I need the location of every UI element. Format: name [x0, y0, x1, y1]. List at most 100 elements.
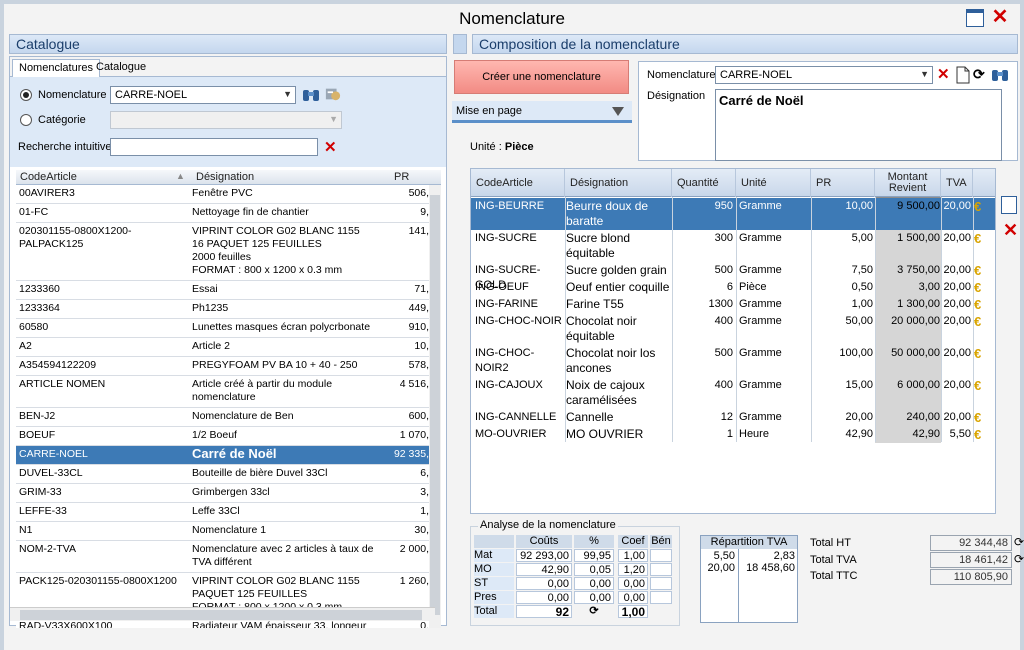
cell-code: ING-CANNELLE: [475, 411, 557, 423]
cell-qty: 950: [714, 200, 733, 212]
mise-en-page-dropdown[interactable]: Mise en page: [452, 101, 632, 123]
nomenclature-window: Nomenclature ✕ Catalogue Composition de …: [0, 0, 1024, 650]
table-row[interactable]: ING-FARINE Farine T55 1300 Gramme 1,00 1 300,…: [471, 296, 995, 313]
cell-des: Nomenclature 1: [192, 524, 267, 536]
cell-des: Sucre blond équitable: [566, 231, 631, 260]
grid-vertical-scrollbar[interactable]: [429, 185, 441, 628]
table-row[interactable]: A2 Article 2 10,: [16, 338, 429, 357]
grid-horizontal-scrollbar[interactable]: [10, 607, 435, 621]
euro-coins-icon[interactable]: €: [974, 378, 994, 393]
cell-code: 00AVIRER3: [19, 187, 75, 199]
analysis-col-header: Coûts: [516, 535, 572, 548]
panel-splitter[interactable]: [453, 34, 467, 54]
close-window-button[interactable]: ✕: [991, 7, 1009, 27]
nomenclature-filter-select[interactable]: CARRE-NOEL ▼: [110, 86, 296, 104]
col-codearticle[interactable]: CodeArticle: [20, 171, 77, 183]
analysis-total-coef: 1,00: [618, 605, 648, 619]
table-row[interactable]: A354594122209 PREGYFOAM PV BA 10 + 40 - 2…: [16, 357, 429, 376]
table-row[interactable]: 1233364 Ph1235 449,: [16, 300, 429, 319]
table-row[interactable]: ING-SUCRE Sucre blond équitable 300 Gramme 5…: [471, 230, 995, 262]
cell-tva: 20,00: [943, 411, 971, 423]
euro-coins-icon[interactable]: €: [974, 297, 994, 312]
tab-catalogue[interactable]: Catalogue: [90, 59, 152, 77]
cell-pr: 3,: [420, 486, 429, 498]
analysis-corner: [474, 535, 514, 548]
cell-code: NOM-2-TVA: [19, 543, 76, 555]
col-montant-revient[interactable]: Montant Revient: [875, 169, 941, 197]
clear-search-icon[interactable]: ✕: [324, 140, 337, 155]
refresh-icon[interactable]: ⟳: [1014, 535, 1024, 549]
euro-coins-icon[interactable]: €: [974, 314, 994, 329]
table-row[interactable]: ING-CHOC-NOIR2 Chocolat noir los ancones 5…: [471, 345, 995, 377]
cell-pr: 449,: [408, 302, 429, 314]
table-row[interactable]: BEN-J2 Nomenclature de Ben 600,: [16, 408, 429, 427]
scroll-thumb[interactable]: [430, 195, 440, 615]
categorie-radio[interactable]: [20, 114, 32, 126]
col-pr[interactable]: PR: [394, 171, 409, 183]
status-bar: [4, 634, 1020, 650]
euro-coins-icon[interactable]: €: [974, 263, 994, 278]
euro-coins-icon[interactable]: €: [974, 231, 994, 246]
table-row[interactable]: MO-OUVRIER MO OUVRIER 1 Heure 42,90 42,90 5,50…: [471, 426, 995, 443]
recherche-input[interactable]: [110, 138, 318, 156]
euro-coins-icon[interactable]: €: [974, 427, 994, 442]
table-row[interactable]: ING-CAJOUX Noix de cajoux caramélisées 400…: [471, 377, 995, 409]
catalogue-header: Catalogue: [9, 34, 447, 54]
categorie-filter-select[interactable]: ▼: [110, 111, 342, 129]
binoculars-icon[interactable]: [302, 87, 320, 103]
analysis-row-label: MO: [474, 563, 514, 576]
nomenclature-value: CARRE-NOEL: [720, 69, 793, 81]
euro-coins-icon[interactable]: €: [974, 199, 994, 214]
col-codearticle[interactable]: CodeArticle: [471, 169, 565, 197]
col-designation[interactable]: Désignation: [565, 169, 672, 197]
col-unite[interactable]: Unité: [736, 169, 811, 197]
chevron-down-icon: ▼: [283, 89, 292, 99]
table-row[interactable]: ING-CANNELLE Cannelle 12 Gramme 20,00 240,00 2…: [471, 409, 995, 426]
designation-field[interactable]: Carré de Noël: [715, 89, 1002, 161]
insert-row-icon[interactable]: [1001, 196, 1017, 214]
table-row[interactable]: 020301155-0800X1200-PALPACK125 VIPRINT CO…: [16, 223, 429, 281]
nomenclature-filter-value: CARRE-NOEL: [115, 89, 188, 101]
create-nomenclature-button[interactable]: Créer une nomenclature: [454, 60, 629, 94]
euro-coins-icon[interactable]: €: [974, 280, 994, 295]
table-row[interactable]: CARRE-NOEL Carré de Noël 92 335,: [16, 446, 429, 465]
table-row[interactable]: ING-CHOC-NOIR Chocolat noir équitable 400 G…: [471, 313, 995, 345]
col-tva[interactable]: TVA: [941, 169, 973, 197]
table-row[interactable]: ING-SUCRE-GOLD Sucre golden grain 500 Gramm…: [471, 262, 995, 291]
maximize-button[interactable]: [966, 9, 984, 27]
analysis-ben: [650, 591, 672, 604]
table-row[interactable]: 1233360 Essai 71,: [16, 281, 429, 300]
new-document-icon[interactable]: [955, 66, 971, 84]
table-row[interactable]: NOM-2-TVA Nomenclature avec 2 articles à …: [16, 541, 429, 573]
binoculars-icon[interactable]: [991, 67, 1009, 83]
tab-nomenclatures[interactable]: Nomenclatures: [12, 59, 100, 78]
scroll-thumb[interactable]: [20, 610, 422, 620]
col-designation[interactable]: Désignation: [196, 171, 254, 183]
table-row[interactable]: BOEUF 1/2 Boeuf 1 070,: [16, 427, 429, 446]
table-row[interactable]: DUVEL-33CL Bouteille de bière Duvel 33Cl 6…: [16, 465, 429, 484]
delete-row-icon[interactable]: ✕: [1003, 220, 1018, 241]
table-row[interactable]: ARTICLE NOMEN Article créé à partir du mo…: [16, 376, 429, 408]
table-row[interactable]: 00AVIRER3 Fenêtre PVC 506,: [16, 185, 429, 204]
col-pr[interactable]: PR: [811, 169, 875, 197]
table-row[interactable]: GRIM-33 Grimbergen 33cl 3,: [16, 484, 429, 503]
col-quantite[interactable]: Quantité: [672, 169, 736, 197]
table-row[interactable]: 60580 Lunettes masques écran polycrbonate…: [16, 319, 429, 338]
nomenclature-form: Nomenclature CARRE-NOEL ▼ ✕ ⟳ Désignatio…: [638, 61, 1018, 161]
analysis-title: Analyse de la nomenclature: [478, 519, 618, 531]
euro-coins-icon[interactable]: €: [974, 410, 994, 425]
table-row[interactable]: 01-FC Nettoyage fin de chantier 9,: [16, 204, 429, 223]
euro-coins-icon[interactable]: €: [974, 346, 994, 361]
nomenclature-radio[interactable]: [20, 89, 32, 101]
catalogue-icon[interactable]: [324, 86, 342, 102]
refresh-icon[interactable]: ⟳: [1014, 552, 1024, 566]
delete-nomenclature-icon[interactable]: ✕: [937, 67, 950, 82]
analysis-total-label: Total: [474, 605, 514, 618]
table-row[interactable]: LEFFE-33 Leffe 33Cl 1,: [16, 503, 429, 522]
table-row[interactable]: N1 Nomenclature 1 30,: [16, 522, 429, 541]
table-row[interactable]: ING-BEURRE Beurre doux de baratte 950 Gramm…: [471, 198, 995, 230]
refresh-icon[interactable]: ⟳: [574, 605, 614, 618]
table-row[interactable]: ING-OEUF Oeuf entier coquille 6 Pièce 0,50 3,…: [471, 279, 995, 296]
refresh-icon[interactable]: ⟳: [973, 67, 985, 81]
nomenclature-select[interactable]: CARRE-NOEL ▼: [715, 66, 933, 84]
